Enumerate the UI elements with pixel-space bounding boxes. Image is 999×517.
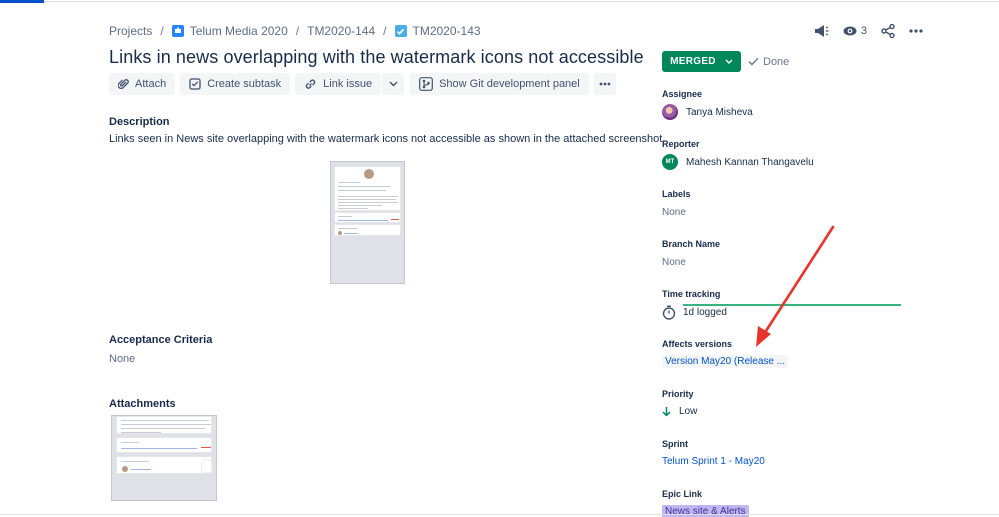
share-icon[interactable]: [881, 20, 895, 42]
reporter-name: Mahesh Kannan Thangavelu: [686, 156, 814, 168]
acceptance-criteria-heading: Acceptance Criteria: [109, 334, 213, 346]
link-issue-dropdown[interactable]: [382, 73, 405, 95]
attachment-card: [116, 416, 212, 434]
priority-label: Priority: [662, 389, 694, 399]
chevron-down-icon: [725, 59, 733, 64]
create-subtask-button[interactable]: Create subtask: [180, 73, 291, 95]
breadcrumb-parent-label: TM2020-144: [307, 24, 376, 38]
link-issue-button[interactable]: Link issue: [295, 73, 382, 95]
branch-name-field[interactable]: None: [662, 257, 686, 268]
git-panel-icon: [419, 77, 433, 91]
link-issue-split: Link issue: [295, 73, 405, 95]
watch-button[interactable]: 3: [843, 20, 867, 42]
attachment-thumbnail[interactable]: [111, 415, 217, 501]
breadcrumb-separator: /: [295, 24, 300, 38]
arrow-down-icon: [662, 406, 671, 417]
assignee-field[interactable]: Tanya Misheva: [662, 104, 753, 120]
issue-toolbar: Attach Create subtask Link issue Show Gi…: [109, 73, 621, 95]
epic-link-field[interactable]: News site & Alerts: [662, 505, 749, 517]
image-card: [334, 224, 401, 236]
checkmark-icon: [748, 57, 759, 66]
assignee-label: Assignee: [662, 89, 703, 99]
breadcrumb-separator: /: [383, 24, 387, 38]
affects-versions-field[interactable]: Version May20 (Release ...: [662, 355, 789, 368]
more-icon: [599, 82, 611, 86]
git-panel-button[interactable]: Show Git development panel: [410, 73, 589, 95]
reporter-label: Reporter: [662, 139, 700, 149]
resolution-label: Done: [763, 55, 790, 68]
paperclip-icon: [118, 78, 129, 90]
branch-name-label: Branch Name: [662, 239, 721, 249]
reporter-field[interactable]: MT Mahesh Kannan Thangavelu: [662, 154, 814, 170]
breadcrumb: Projects / Telum Media 2020 / TM2020-144…: [109, 22, 481, 40]
status-label: MERGED: [670, 56, 716, 67]
labels-field[interactable]: None: [662, 207, 686, 218]
subtask-icon: [189, 78, 201, 90]
issue-title[interactable]: Links in news overlapping with the water…: [109, 47, 644, 68]
epic-tag[interactable]: News site & Alerts: [662, 505, 749, 517]
breadcrumb-current-issue[interactable]: TM2020-143: [394, 24, 481, 38]
resolution: Done: [748, 56, 789, 68]
eye-icon: [843, 26, 857, 36]
labels-label: Labels: [662, 189, 691, 199]
sprint-label: Sprint: [662, 439, 688, 449]
description-image[interactable]: [330, 161, 405, 284]
time-tracking-label: Time tracking: [662, 289, 721, 299]
assignee-name: Tanya Misheva: [686, 106, 753, 118]
version-tag[interactable]: Version May20 (Release ...: [662, 355, 789, 368]
bottom-divider: [0, 514, 999, 515]
project-icon: [171, 25, 184, 37]
avatar: [662, 104, 678, 120]
breadcrumb-parent-issue[interactable]: TM2020-144: [307, 24, 375, 38]
breadcrumb-project[interactable]: Telum Media 2020: [171, 24, 288, 38]
breadcrumb-projects[interactable]: Projects: [109, 24, 152, 38]
breadcrumb-separator: /: [160, 24, 164, 38]
more-icon[interactable]: [909, 20, 923, 42]
breadcrumb-project-label: Telum Media 2020: [189, 24, 288, 38]
megaphone-icon[interactable]: [813, 20, 829, 42]
status-transition-button[interactable]: MERGED: [662, 51, 741, 72]
epic-link-label: Epic Link: [662, 489, 703, 499]
priority-value: Low: [679, 406, 698, 417]
stopwatch-icon: [662, 305, 676, 320]
link-issue-label: Link issue: [323, 78, 373, 90]
toolbar-more-button[interactable]: [593, 73, 616, 95]
git-panel-label: Show Git development panel: [439, 78, 580, 90]
priority-field[interactable]: Low: [662, 406, 697, 417]
attachment-card: [116, 456, 213, 474]
time-logged: 1d logged: [683, 307, 727, 318]
create-subtask-label: Create subtask: [207, 78, 282, 90]
sprint-field[interactable]: Telum Sprint 1 - May20: [662, 456, 765, 467]
time-tracking-field[interactable]: 1d logged: [662, 305, 727, 320]
avatar: MT: [662, 154, 678, 170]
description-text[interactable]: Links seen in News site overlapping with…: [109, 133, 665, 145]
top-divider: [44, 1, 999, 2]
acceptance-criteria-value[interactable]: None: [109, 353, 135, 365]
image-card: [334, 212, 401, 223]
image-card: [334, 166, 401, 211]
breadcrumb-projects-label: Projects: [109, 24, 153, 38]
image-avatar: [364, 169, 374, 179]
link-icon: [304, 78, 317, 90]
affects-versions-label: Affects versions: [662, 339, 733, 349]
subtask-type-icon: [394, 25, 407, 37]
attach-label: Attach: [135, 78, 167, 90]
attachments-heading: Attachments: [109, 398, 176, 410]
attachment-card: [116, 437, 212, 453]
chevron-down-icon: [389, 81, 398, 87]
issue-actions: 3: [799, 20, 923, 42]
status-area: MERGED Done: [662, 51, 789, 72]
top-progress-bar: [0, 0, 999, 3]
description-heading: Description: [109, 116, 170, 128]
top-accent: [0, 0, 44, 3]
watchers-count: 3: [860, 25, 867, 37]
breadcrumb-current-label: TM2020-143: [412, 24, 481, 38]
attach-button[interactable]: Attach: [109, 73, 176, 95]
